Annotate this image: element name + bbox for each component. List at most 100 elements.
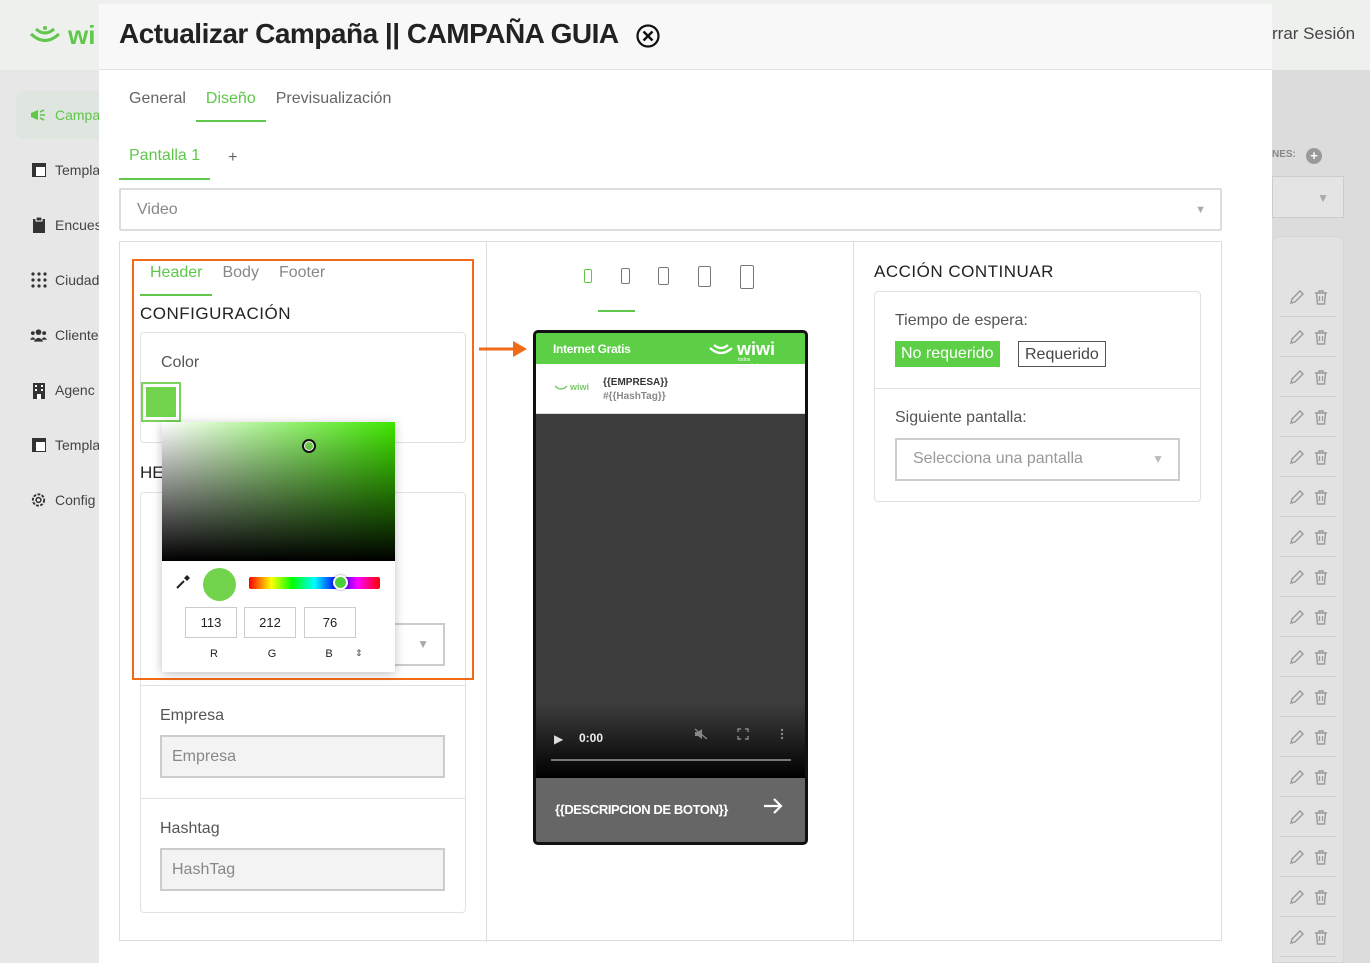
building-icon: [30, 382, 47, 399]
saturation-area[interactable]: [162, 422, 395, 561]
device-tablet-icon[interactable]: [698, 266, 711, 287]
device-phone-large-icon[interactable]: [658, 267, 669, 285]
sidebar-item-campanas[interactable]: Campa: [16, 91, 99, 139]
sidebar-item-ciudades[interactable]: Ciudad: [0, 256, 99, 304]
hue-slider[interactable]: [249, 577, 380, 589]
sidebar-item-agencias[interactable]: Agenc: [0, 366, 99, 414]
table-row: [1280, 759, 1336, 797]
trash-icon[interactable]: [1314, 490, 1328, 505]
screen-type-select[interactable]: Video ▼: [119, 188, 1222, 231]
eyedropper-icon[interactable]: [175, 574, 191, 590]
trash-icon[interactable]: [1314, 450, 1328, 465]
device-tablet-large-icon[interactable]: [740, 265, 754, 289]
modal-header: Actualizar Campaña || CAMPAÑA GUIA: [99, 4, 1272, 70]
trash-icon[interactable]: [1314, 690, 1328, 705]
format-toggle-icon[interactable]: ⇕: [355, 648, 363, 659]
pencil-icon[interactable]: [1289, 930, 1304, 945]
empresa-input[interactable]: Empresa: [160, 735, 445, 778]
pencil-icon[interactable]: [1289, 690, 1304, 705]
preview-company: {{EMPRESA}}: [603, 377, 669, 388]
sidebar-item-label: Templa: [55, 162, 99, 178]
trash-icon[interactable]: [1314, 610, 1328, 625]
sidebar-item-configuracion[interactable]: Config: [0, 476, 99, 524]
divider: [875, 388, 1200, 389]
hashtag-input[interactable]: HashTag: [160, 848, 445, 891]
trash-icon[interactable]: [1314, 650, 1328, 665]
preview-continue-button[interactable]: {{DESCRIPCION DE BOTON}}: [536, 778, 805, 842]
sidebar-item-templates[interactable]: Templa: [0, 146, 99, 194]
pencil-icon[interactable]: [1289, 890, 1304, 905]
more-options-icon[interactable]: [780, 728, 784, 743]
device-phone-small-icon[interactable]: [584, 269, 592, 283]
pencil-icon[interactable]: [1289, 450, 1304, 465]
app-logo[interactable]: wi: [28, 20, 95, 51]
pencil-icon[interactable]: [1289, 850, 1304, 865]
trash-icon[interactable]: [1314, 810, 1328, 825]
pencil-icon[interactable]: [1289, 610, 1304, 625]
sidebar-item-label: Templa: [55, 437, 99, 453]
option-no-requerido[interactable]: No requerido: [895, 341, 1000, 367]
trash-icon[interactable]: [1314, 730, 1328, 745]
trash-icon[interactable]: [1314, 570, 1328, 585]
device-phone-icon[interactable]: [621, 268, 630, 284]
pencil-icon[interactable]: [1289, 490, 1304, 505]
mute-icon[interactable]: [694, 728, 708, 743]
sidebar-item-encuestas[interactable]: Encues: [0, 201, 99, 249]
hue-slider-thumb[interactable]: [333, 575, 348, 590]
trash-icon[interactable]: [1314, 930, 1328, 945]
screen-type-value: Video: [137, 201, 178, 218]
table-row: [1280, 799, 1336, 837]
next-screen-select[interactable]: Selecciona una pantalla ▼: [895, 438, 1180, 481]
tab-previsualizacion[interactable]: Previsualización: [266, 84, 402, 122]
pencil-icon[interactable]: [1289, 330, 1304, 345]
tab-diseno[interactable]: Diseño: [195, 84, 266, 122]
blue-input[interactable]: 76: [304, 607, 356, 638]
trash-icon[interactable]: [1314, 410, 1328, 425]
tab-pantalla-1[interactable]: Pantalla 1: [119, 142, 211, 180]
tab-general[interactable]: General: [119, 84, 196, 122]
users-icon: [30, 327, 47, 344]
pencil-icon[interactable]: [1289, 650, 1304, 665]
table-row: [1280, 279, 1336, 317]
table-row: [1280, 519, 1336, 557]
trash-icon[interactable]: [1314, 530, 1328, 545]
trash-icon[interactable]: [1314, 770, 1328, 785]
trash-icon[interactable]: [1314, 330, 1328, 345]
preview-video[interactable]: ▶ 0:00: [536, 414, 805, 778]
trash-icon[interactable]: [1314, 850, 1328, 865]
trash-icon[interactable]: [1314, 290, 1328, 305]
saturation-cursor[interactable]: [302, 439, 316, 453]
pencil-icon[interactable]: [1289, 570, 1304, 585]
pencil-icon[interactable]: [1289, 810, 1304, 825]
pencil-icon[interactable]: [1289, 770, 1304, 785]
pencil-icon[interactable]: [1289, 290, 1304, 305]
wifi-smile-icon: [709, 343, 733, 354]
preview-mini-logo: wiwi: [554, 382, 589, 392]
wifi-smile-icon: [554, 385, 568, 390]
add-circle-icon[interactable]: +: [1306, 148, 1322, 164]
video-progress-track[interactable]: [551, 759, 791, 761]
add-screen-button[interactable]: +: [228, 149, 237, 167]
logout-link[interactable]: rrar Sesión: [1272, 24, 1355, 44]
pencil-icon[interactable]: [1289, 530, 1304, 545]
sidebar-item-label: Campa: [55, 107, 99, 123]
table-row: [1280, 639, 1336, 677]
trash-icon[interactable]: [1314, 370, 1328, 385]
fullscreen-icon[interactable]: [737, 728, 749, 743]
table-row: [1280, 359, 1336, 397]
sidebar-item-clientes[interactable]: Cliente: [0, 311, 99, 359]
megaphone-icon: [30, 107, 47, 124]
close-icon[interactable]: [635, 23, 661, 49]
trash-icon[interactable]: [1314, 890, 1328, 905]
sidebar-item-templates-2[interactable]: Templa: [0, 421, 99, 469]
red-input[interactable]: 113: [185, 607, 237, 638]
table-row: [1280, 599, 1336, 637]
option-requerido[interactable]: Requerido: [1018, 341, 1106, 367]
green-input[interactable]: 212: [244, 607, 296, 638]
background-select[interactable]: ▼: [1272, 176, 1344, 218]
table-row: [1280, 319, 1336, 357]
play-icon[interactable]: ▶: [554, 732, 563, 746]
pencil-icon[interactable]: [1289, 730, 1304, 745]
pencil-icon[interactable]: [1289, 410, 1304, 425]
pencil-icon[interactable]: [1289, 370, 1304, 385]
